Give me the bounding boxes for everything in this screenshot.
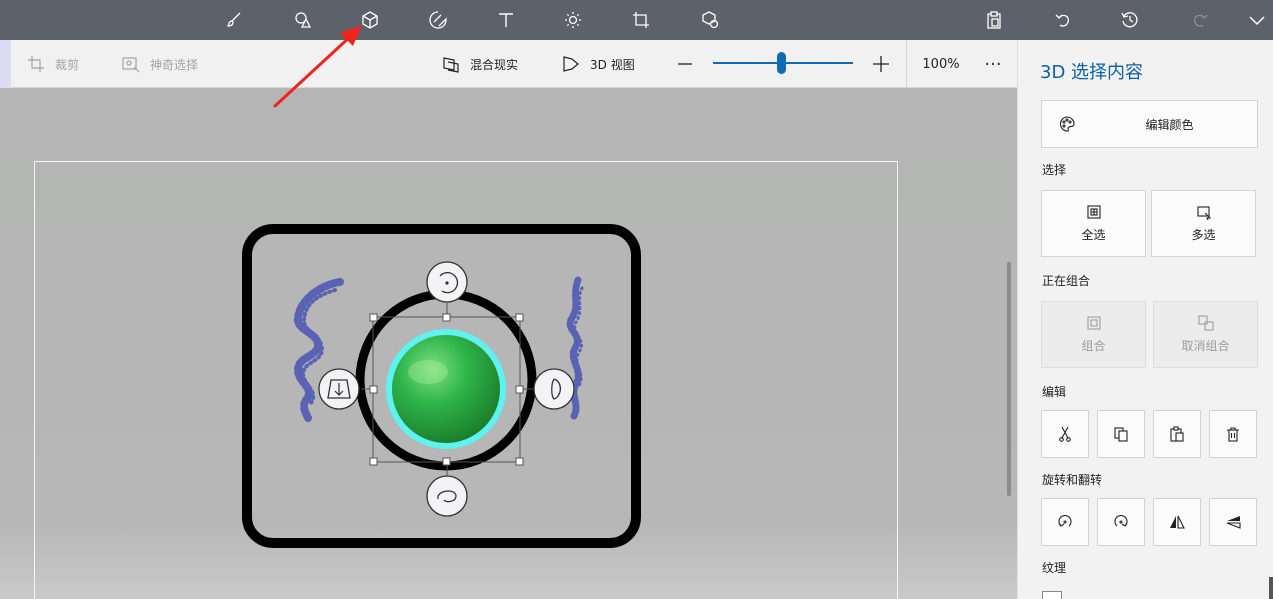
flip-horizontal-button[interactable]: [1153, 498, 1201, 546]
redo-icon: [1186, 6, 1214, 34]
resize-handle[interactable]: [515, 385, 524, 394]
flip-vertical-button[interactable]: [1209, 498, 1257, 546]
flip-horizontal-icon: [1170, 515, 1185, 529]
ungroup-icon: [1197, 315, 1214, 331]
select-all-icon: [1086, 205, 1101, 219]
expand-menu-icon[interactable]: [1243, 6, 1271, 34]
multi-select-button[interactable]: 多选: [1151, 190, 1256, 257]
cut-icon: [1059, 426, 1071, 442]
panel-title: 3D 选择内容: [1040, 62, 1144, 83]
select-section-label: 选择: [1042, 163, 1067, 177]
paste-button[interactable]: [1153, 410, 1201, 458]
cut-button[interactable]: [1041, 410, 1089, 458]
history-icon[interactable]: [1116, 6, 1144, 34]
rotate-z-handle[interactable]: [426, 261, 468, 303]
texture-section-label: 纹理: [1042, 561, 1067, 575]
resize-handle[interactable]: [515, 457, 524, 466]
group-section-label: 正在组合: [1042, 274, 1091, 288]
select-all-button[interactable]: 全选: [1041, 190, 1146, 257]
ungroup-label: 取消组合: [1181, 339, 1230, 353]
resize-handle[interactable]: [442, 313, 451, 322]
rotate-right-icon: [1114, 515, 1128, 527]
edit-color-button[interactable]: 编辑颜色: [1041, 100, 1258, 148]
palette-icon: [1059, 116, 1075, 132]
multi-select-icon: [1196, 206, 1211, 220]
group-icon: [1086, 316, 1101, 330]
rotate-left-button[interactable]: [1041, 498, 1089, 546]
select-all-label: 全选: [1081, 228, 1106, 242]
flip-vertical-icon: [1226, 516, 1241, 529]
resize-handle[interactable]: [515, 313, 524, 322]
green-sphere-3d-object[interactable]: [392, 335, 500, 443]
copy-button[interactable]: [1097, 410, 1145, 458]
rotate-right-button[interactable]: [1097, 498, 1145, 546]
sphere-highlight: [408, 360, 448, 384]
copy-icon: [1114, 427, 1128, 442]
resize-handle[interactable]: [369, 385, 378, 394]
delete-button[interactable]: [1209, 410, 1257, 458]
resize-handle[interactable]: [369, 457, 378, 466]
panel-scrollbar[interactable]: [1269, 577, 1273, 599]
resize-handle[interactable]: [369, 313, 378, 322]
rotate-y-handle[interactable]: [533, 368, 575, 410]
3d-selection-panel: 3D 选择内容 编辑颜色 选择 全选 多选 正在组合 组合 取消组合 编辑 旋转…: [1017, 40, 1273, 599]
edit-section-label: 编辑: [1042, 385, 1067, 399]
undo-icon[interactable]: [1049, 6, 1077, 34]
rotate-left-icon: [1058, 515, 1072, 527]
resize-handle[interactable]: [442, 457, 451, 466]
delete-icon: [1227, 427, 1239, 442]
multi-select-label: 多选: [1191, 228, 1216, 242]
scene-layer: [242, 224, 641, 548]
edit-color-label: 编辑颜色: [1145, 117, 1194, 132]
group-label: 组合: [1081, 339, 1106, 353]
ungroup-button[interactable]: 取消组合: [1153, 301, 1258, 368]
paste-icon: [1170, 426, 1184, 442]
rotate-x-handle[interactable]: [426, 475, 468, 517]
depth-handle[interactable]: [318, 368, 360, 410]
rotate-section-label: 旋转和翻转: [1042, 473, 1103, 487]
group-button[interactable]: 组合: [1041, 301, 1146, 368]
texture-checkbox[interactable]: [1042, 591, 1062, 599]
